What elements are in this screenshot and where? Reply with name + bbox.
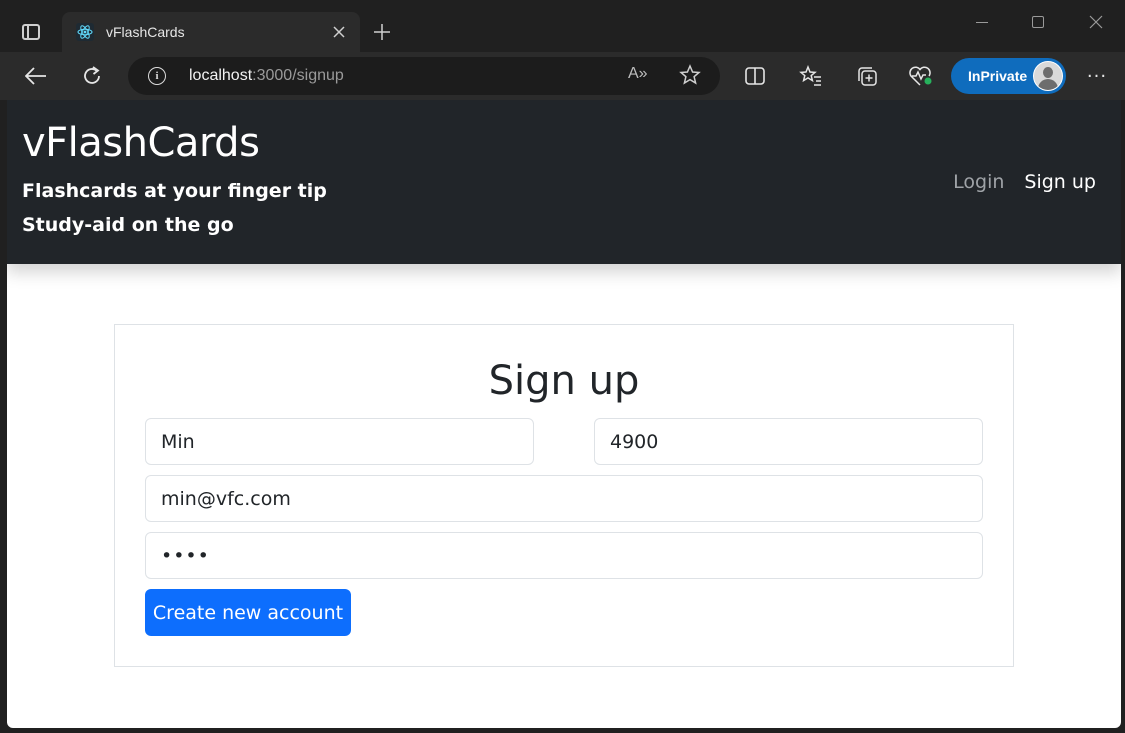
brand-title[interactable]: vFlashCards bbox=[22, 120, 260, 166]
create-account-button[interactable]: Create new account bbox=[145, 589, 351, 636]
address-bar[interactable]: i localhost:3000/signup A» bbox=[128, 57, 720, 95]
back-arrow-icon[interactable] bbox=[18, 60, 54, 92]
tab-title: vFlashCards bbox=[106, 24, 185, 40]
signup-card: Sign up Create new account bbox=[114, 324, 1014, 667]
header-nav: Login Sign up bbox=[953, 171, 1096, 193]
number-field[interactable] bbox=[594, 418, 983, 465]
minimize-button[interactable] bbox=[962, 8, 1002, 36]
split-screen-icon[interactable] bbox=[739, 60, 771, 92]
tagline-secondary: Study-aid on the go bbox=[22, 214, 234, 236]
reload-icon[interactable] bbox=[74, 60, 110, 92]
nav-login-link[interactable]: Login bbox=[953, 171, 1004, 193]
signup-heading: Sign up bbox=[488, 358, 640, 404]
more-icon[interactable]: ··· bbox=[1081, 60, 1113, 92]
tab-actions-icon[interactable] bbox=[14, 16, 48, 48]
browser-tab-bar: vFlashCards bbox=[0, 0, 1125, 52]
collections-icon[interactable] bbox=[851, 60, 883, 92]
nav-signup-link[interactable]: Sign up bbox=[1024, 171, 1096, 193]
tagline-primary: Flashcards at your finger tip bbox=[22, 180, 327, 202]
browser-tab[interactable]: vFlashCards bbox=[62, 12, 360, 52]
react-favicon-icon bbox=[76, 23, 94, 41]
inprivate-label: InPrivate bbox=[968, 68, 1028, 84]
window-close-button[interactable] bbox=[1076, 8, 1116, 36]
plus-icon[interactable] bbox=[366, 16, 398, 48]
password-field[interactable] bbox=[145, 532, 983, 579]
inprivate-button[interactable]: InPrivate bbox=[951, 58, 1066, 94]
url-text[interactable]: localhost:3000/signup bbox=[189, 67, 344, 85]
info-icon[interactable]: i bbox=[148, 67, 166, 85]
web-page: vFlashCards Flashcards at your finger ti… bbox=[7, 100, 1121, 728]
star-icon[interactable] bbox=[678, 63, 702, 87]
name-field[interactable] bbox=[145, 418, 534, 465]
favorites-icon[interactable] bbox=[795, 60, 827, 92]
read-aloud-icon[interactable]: A» bbox=[628, 65, 652, 87]
site-header: vFlashCards Flashcards at your finger ti… bbox=[7, 100, 1121, 264]
maximize-button[interactable] bbox=[1018, 8, 1058, 36]
close-icon[interactable] bbox=[324, 17, 354, 47]
browser-essentials-icon[interactable] bbox=[905, 60, 937, 92]
email-field[interactable] bbox=[145, 475, 983, 522]
browser-toolbar: i localhost:3000/signup A» InPrivate ··· bbox=[0, 52, 1125, 100]
profile-avatar-icon bbox=[1033, 61, 1063, 91]
